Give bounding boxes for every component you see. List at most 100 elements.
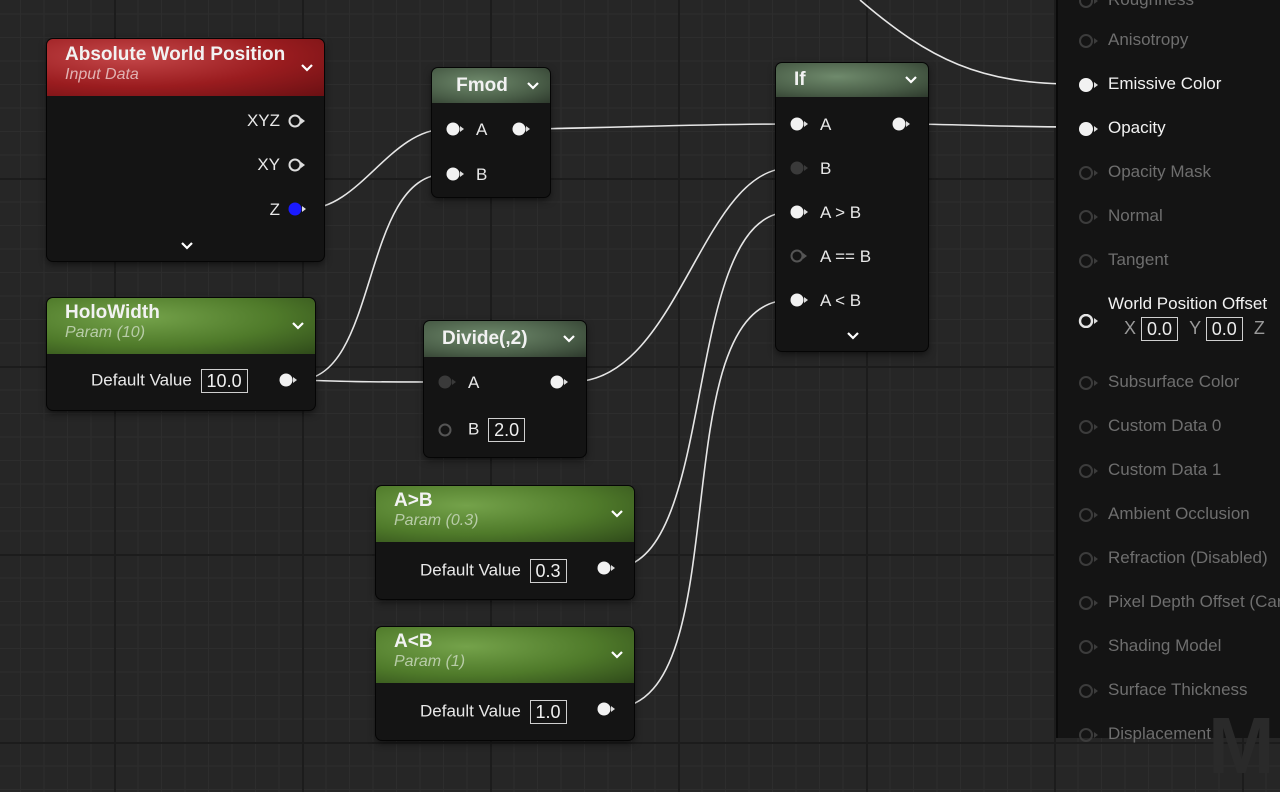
output-normal[interactable]: Normal (1058, 202, 1280, 232)
node-divide[interactable]: Divide(,2) A B 2.0 (424, 321, 586, 457)
input-pin-aeqb[interactable] (790, 249, 808, 263)
input-pin-icon[interactable] (1078, 464, 1100, 483)
input-pin-b[interactable] (438, 423, 456, 437)
node-title: If (794, 69, 806, 90)
input-pin-icon[interactable] (1078, 684, 1100, 703)
output-label: Pixel Depth Offset (Car (1108, 592, 1280, 611)
node-absolute-world-position[interactable]: Absolute World Position Input Data XYZ X… (47, 39, 324, 261)
node-subtitle: Input Data (65, 66, 139, 83)
default-value-field[interactable]: 10.0 (200, 369, 248, 393)
output-tangent[interactable]: Tangent (1058, 246, 1280, 276)
output-shading-model[interactable]: Shading Model (1058, 632, 1280, 662)
pin-b-row: B 2.0 (468, 418, 526, 442)
collapse-chevron-icon[interactable] (298, 59, 316, 77)
expand-chevron-icon[interactable] (178, 237, 196, 255)
y-label: Y (1189, 317, 1201, 338)
output-roughness[interactable]: Roughness (1058, 0, 1280, 16)
wire-z-to-fmod-a (305, 128, 447, 210)
node-header[interactable]: A>B Param (0.3) (376, 486, 634, 542)
node-holowidth[interactable]: HoloWidth Param (10) Default Value 10.0 (47, 298, 315, 410)
wire-altb-to-if-altb (615, 299, 791, 709)
input-pin-b[interactable] (790, 161, 808, 175)
input-pin-icon[interactable] (1078, 596, 1100, 615)
output-pin-divide[interactable] (550, 375, 568, 389)
output-pixel-depth-offset[interactable]: Pixel Depth Offset (Car (1058, 588, 1280, 618)
output-pin-agtb[interactable] (597, 561, 615, 575)
b-value-field[interactable]: 2.0 (488, 418, 526, 442)
node-fmod[interactable]: Fmod A B (432, 68, 550, 197)
input-pin-altb[interactable] (790, 293, 808, 307)
node-title: A>B (394, 490, 433, 511)
node-header[interactable]: A<B Param (1) (376, 627, 634, 683)
input-pin-icon[interactable] (1078, 122, 1100, 141)
node-header[interactable]: Fmod (432, 68, 550, 103)
input-pin-b[interactable] (446, 167, 464, 181)
collapse-chevron-icon[interactable] (289, 317, 307, 335)
collapse-chevron-icon[interactable] (524, 77, 542, 95)
input-pin-icon[interactable] (1078, 313, 1100, 333)
x-label: X (1124, 317, 1137, 338)
node-title: A<B (394, 631, 433, 652)
input-pin-icon[interactable] (1078, 34, 1100, 53)
output-opacity[interactable]: Opacity (1058, 114, 1280, 144)
output-anisotropy[interactable]: Anisotropy (1058, 26, 1280, 56)
node-subtitle: Param (1) (394, 653, 466, 670)
input-pin-a[interactable] (790, 117, 808, 131)
output-label: Displacement (1108, 724, 1211, 743)
node-param-agtb[interactable]: A>B Param (0.3) Default Value 0.3 (376, 486, 634, 599)
output-subsurface-color[interactable]: Subsurface Color (1058, 368, 1280, 398)
output-opacity-mask[interactable]: Opacity Mask (1058, 158, 1280, 188)
output-ambient-occlusion[interactable]: Ambient Occlusion (1058, 500, 1280, 530)
output-label: Roughness (1108, 0, 1194, 10)
input-pin-a[interactable] (446, 122, 464, 136)
output-custom-data-1[interactable]: Custom Data 1 (1058, 456, 1280, 486)
output-pin-xy[interactable] (288, 158, 306, 172)
input-pin-icon[interactable] (1078, 166, 1100, 185)
node-if[interactable]: If A B A > B A == B A < B (776, 63, 928, 351)
node-param-altb[interactable]: A<B Param (1) Default Value 1.0 (376, 627, 634, 740)
collapse-chevron-icon[interactable] (560, 330, 578, 348)
input-pin-icon[interactable] (1078, 78, 1100, 97)
default-value-field[interactable]: 1.0 (529, 700, 567, 724)
default-value-label: Default Value (91, 370, 192, 390)
collapse-chevron-icon[interactable] (608, 646, 626, 664)
output-refraction[interactable]: Refraction (Disabled) (1058, 544, 1280, 574)
default-value-field[interactable]: 0.3 (529, 559, 567, 583)
output-pin-altb[interactable] (597, 702, 615, 716)
node-header[interactable]: HoloWidth Param (10) (47, 298, 315, 354)
output-pin-z[interactable] (288, 202, 306, 216)
pin-label-z: Z (269, 200, 280, 219)
input-pin-icon[interactable] (1078, 254, 1100, 273)
input-pin-agtb[interactable] (790, 205, 808, 219)
input-pin-icon[interactable] (1078, 420, 1100, 439)
pin-label-a: A (476, 120, 488, 139)
expand-chevron-icon[interactable] (844, 327, 862, 345)
input-pin-icon[interactable] (1078, 0, 1100, 13)
output-custom-data-0[interactable]: Custom Data 0 (1058, 412, 1280, 442)
output-pin-holowidth[interactable] (279, 373, 297, 387)
output-emissive-color[interactable]: Emissive Color (1058, 70, 1280, 100)
input-pin-icon[interactable] (1078, 552, 1100, 571)
wire-divide-to-if-b (570, 167, 791, 383)
output-label: Anisotropy (1108, 30, 1189, 49)
material-watermark: M (1208, 701, 1275, 790)
collapse-chevron-icon[interactable] (902, 71, 920, 89)
output-pin-xyz[interactable] (288, 114, 306, 128)
input-pin-icon[interactable] (1078, 640, 1100, 659)
input-pin-icon[interactable] (1078, 210, 1100, 229)
wire-agtb-to-if-agtb (615, 211, 791, 569)
input-pin-a[interactable] (438, 375, 456, 389)
node-header[interactable]: Divide(,2) (424, 321, 586, 357)
x-value-field[interactable]: 0.0 (1141, 317, 1179, 341)
input-pin-icon[interactable] (1078, 376, 1100, 395)
input-pin-icon[interactable] (1078, 508, 1100, 527)
node-header[interactable]: If (776, 63, 928, 97)
output-pin-if[interactable] (892, 117, 910, 131)
default-value-row: Default Value 10.0 (91, 369, 248, 393)
node-header[interactable]: Absolute World Position Input Data (47, 39, 324, 96)
pin-label-a: A (820, 115, 832, 134)
collapse-chevron-icon[interactable] (608, 505, 626, 523)
y-value-field[interactable]: 0.0 (1205, 317, 1243, 341)
output-label: Tangent (1108, 250, 1169, 269)
output-pin-fmod[interactable] (512, 122, 530, 136)
